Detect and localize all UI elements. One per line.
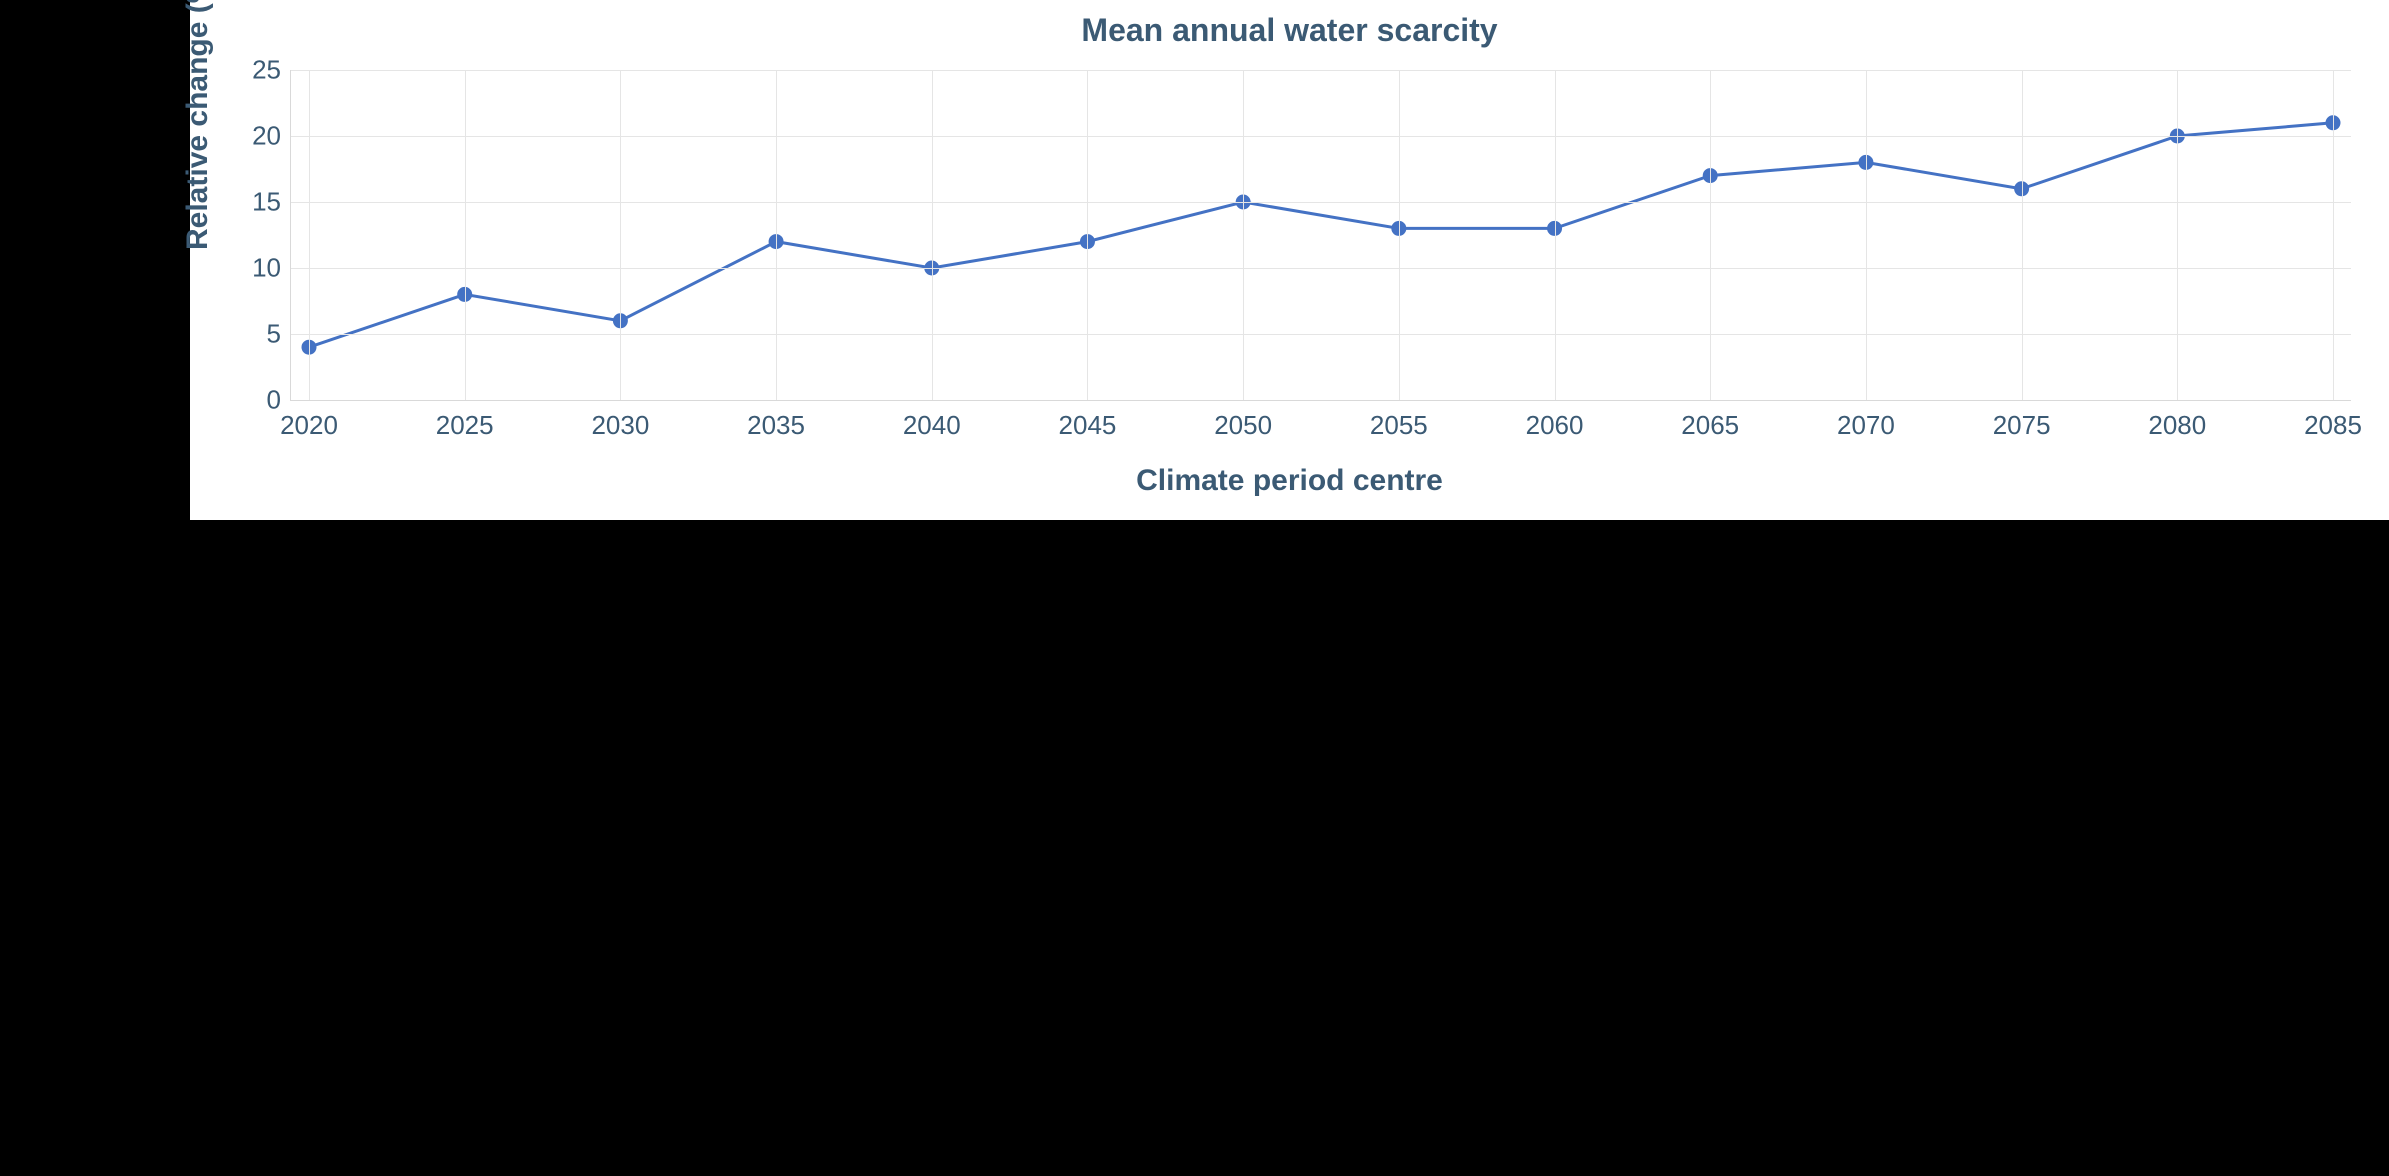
x-tick-label: 2035 [747,400,805,441]
annotation-dotted-line [308,520,310,580]
x-tick-label: 2025 [436,400,494,441]
x-tick-label: 2075 [1993,400,2051,441]
x-tick-label: 2045 [1059,400,1117,441]
gridline-v [1555,70,1556,400]
chart-panel: Mean annual water scarcity Relative chan… [190,0,2389,520]
annotation-dotted-line [464,520,466,580]
x-axis-label: Climate period centre [190,464,2389,498]
gridline-v [2333,70,2334,400]
x-tick-label: 2065 [1681,400,1739,441]
gridline-v [620,70,621,400]
x-tick-label: 2050 [1214,400,1272,441]
gridline-v [309,70,310,400]
gridline-v [1243,70,1244,400]
x-tick-label: 2060 [1526,400,1584,441]
y-tick-label: 20 [252,121,291,152]
y-tick-label: 5 [267,319,291,350]
y-tick-label: 25 [252,55,291,86]
gridline-v [2177,70,2178,400]
y-tick-label: 10 [252,253,291,284]
gridline-v [465,70,466,400]
y-axis-label: Relative change (%) [181,0,215,250]
gridline-h [291,70,2351,71]
x-tick-label: 2040 [903,400,961,441]
x-tick-label: 2030 [591,400,649,441]
gridline-h [291,268,2351,269]
gridline-h [291,136,2351,137]
gridline-h [291,334,2351,335]
gridline-v [1087,70,1088,400]
series-line [309,123,2333,347]
plot-area: 0510152025202020252030203520402045205020… [290,70,2351,401]
gridline-v [776,70,777,400]
gridline-v [2022,70,2023,400]
x-tick-label: 2080 [2148,400,2206,441]
gridline-v [1710,70,1711,400]
x-tick-label: 2070 [1837,400,1895,441]
x-tick-label: 2020 [280,400,338,441]
line-series [291,70,2351,400]
x-tick-label: 2055 [1370,400,1428,441]
gridline-v [1866,70,1867,400]
gridline-v [1399,70,1400,400]
x-tick-label: 2085 [2304,400,2362,441]
gridline-v [932,70,933,400]
chart-title: Mean annual water scarcity [190,12,2389,49]
y-tick-label: 15 [252,187,291,218]
annotation-dotted-line [619,520,621,580]
gridline-h [291,202,2351,203]
